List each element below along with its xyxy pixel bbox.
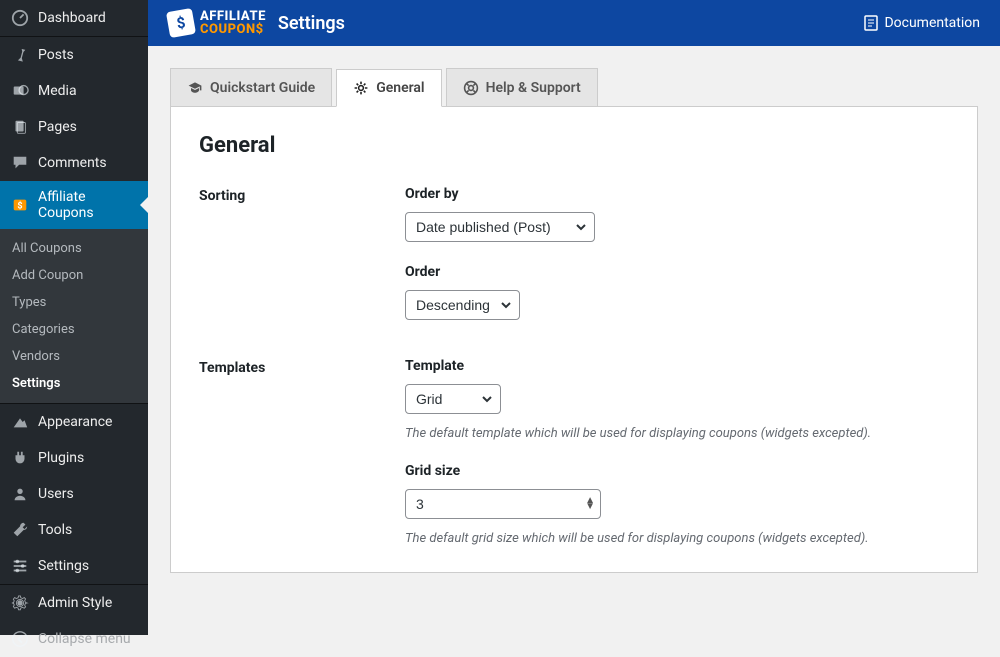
sidebar-item-comments[interactable]: Comments bbox=[0, 145, 148, 181]
sidebar-item-tools[interactable]: Tools bbox=[0, 512, 148, 548]
sidebar-sub-vendors[interactable]: Vendors bbox=[0, 343, 148, 370]
coupon-icon: $ bbox=[10, 195, 30, 215]
sidebar-item-media[interactable]: Media bbox=[0, 73, 148, 109]
sidebar-item-label: Pages bbox=[38, 119, 138, 135]
sidebar-item-label: Dashboard bbox=[38, 10, 138, 26]
sidebar-sub-types[interactable]: Types bbox=[0, 289, 148, 316]
sidebar-item-label: Comments bbox=[38, 155, 138, 171]
sidebar-sub-all-coupons[interactable]: All Coupons bbox=[0, 235, 148, 262]
brand-text: AFFILIATE COUPON$ bbox=[200, 10, 266, 36]
comments-icon bbox=[10, 153, 30, 173]
template-select[interactable]: Grid bbox=[405, 384, 501, 414]
sidebar-item-users[interactable]: Users bbox=[0, 476, 148, 512]
page-title: Settings bbox=[278, 13, 345, 34]
graduation-cap-icon bbox=[187, 80, 203, 96]
tabs-bar: Quickstart Guide General Help & Support bbox=[170, 68, 978, 107]
sidebar-item-plugins[interactable]: Plugins bbox=[0, 440, 148, 476]
order-by-select[interactable]: Date published (Post) bbox=[405, 212, 595, 242]
main-panel: Quickstart Guide General Help & Support … bbox=[148, 46, 1000, 635]
users-icon bbox=[10, 484, 30, 504]
sidebar-item-label: Collapse menu bbox=[38, 631, 138, 647]
sidebar-item-collapse[interactable]: Collapse menu bbox=[0, 621, 148, 657]
tab-label: Quickstart Guide bbox=[210, 80, 315, 96]
sidebar-item-dashboard[interactable]: Dashboard bbox=[0, 0, 148, 36]
brand-logo: $ AFFILIATE COUPON$ bbox=[168, 10, 266, 36]
gear-icon bbox=[353, 80, 369, 96]
tab-general[interactable]: General bbox=[336, 69, 441, 107]
documentation-label: Documentation bbox=[884, 15, 980, 31]
sidebar-submenu: All Coupons Add Coupon Types Categories … bbox=[0, 229, 148, 403]
svg-text:$: $ bbox=[17, 201, 22, 212]
plugins-icon bbox=[10, 448, 30, 468]
sidebar-item-label: Affiliate Coupons bbox=[38, 189, 138, 221]
tab-help-support[interactable]: Help & Support bbox=[446, 68, 598, 106]
sidebar-item-label: Admin Style bbox=[38, 595, 138, 611]
stepper-icon[interactable]: ▲▼ bbox=[585, 498, 595, 510]
sidebar-item-affiliate-coupons[interactable]: $ Affiliate Coupons bbox=[0, 181, 148, 229]
tab-label: Help & Support bbox=[486, 80, 581, 96]
order-select[interactable]: Descending bbox=[405, 290, 520, 320]
field-label-template: Template bbox=[405, 358, 949, 374]
sidebar-item-label: Posts bbox=[38, 47, 138, 63]
sidebar-item-label: Users bbox=[38, 486, 138, 502]
sidebar-item-label: Tools bbox=[38, 522, 138, 538]
settings-panel: General Sorting Order by Date published … bbox=[170, 107, 978, 573]
section-templates: Templates Template Grid The default temp… bbox=[199, 358, 949, 546]
document-icon bbox=[864, 15, 878, 31]
appearance-icon bbox=[10, 412, 30, 432]
collapse-icon bbox=[10, 629, 30, 649]
sidebar-item-label: Settings bbox=[38, 558, 138, 574]
section-label: Templates bbox=[199, 358, 405, 376]
order-select-input[interactable]: Descending bbox=[405, 290, 520, 320]
panel-heading: General bbox=[199, 133, 949, 158]
section-label: Sorting bbox=[199, 186, 405, 204]
field-label-order: Order bbox=[405, 264, 949, 280]
field-label-grid-size: Grid size bbox=[405, 463, 949, 479]
field-help-grid-size: The default grid size which will be used… bbox=[405, 531, 949, 546]
settings-icon bbox=[10, 556, 30, 576]
documentation-link[interactable]: Documentation bbox=[864, 15, 980, 31]
field-help-template: The default template which will be used … bbox=[405, 426, 949, 441]
sidebar-item-label: Plugins bbox=[38, 450, 138, 466]
brand-line2: COUPON$ bbox=[200, 23, 266, 36]
sidebar-item-admin-style[interactable]: Admin Style bbox=[0, 585, 148, 621]
sidebar-item-appearance[interactable]: Appearance bbox=[0, 404, 148, 440]
sidebar-item-label: Media bbox=[38, 83, 138, 99]
plugin-topbar: $ AFFILIATE COUPON$ Settings Documentati… bbox=[148, 0, 1000, 46]
tools-icon bbox=[10, 520, 30, 540]
gear-icon bbox=[10, 593, 30, 613]
sidebar-item-settings[interactable]: Settings bbox=[0, 548, 148, 584]
tab-quickstart[interactable]: Quickstart Guide bbox=[170, 68, 332, 106]
sidebar-sub-settings[interactable]: Settings bbox=[0, 370, 148, 397]
admin-sidebar: Dashboard Posts Media Pages Comments $ A… bbox=[0, 0, 148, 635]
media-icon bbox=[10, 81, 30, 101]
grid-size-input[interactable] bbox=[405, 489, 601, 519]
sidebar-item-pages[interactable]: Pages bbox=[0, 109, 148, 145]
section-sorting: Sorting Order by Date published (Post) O… bbox=[199, 186, 949, 320]
sidebar-sub-add-coupon[interactable]: Add Coupon bbox=[0, 262, 148, 289]
field-label-order-by: Order by bbox=[405, 186, 949, 202]
content-area: $ AFFILIATE COUPON$ Settings Documentati… bbox=[148, 0, 1000, 635]
pin-icon bbox=[10, 45, 30, 65]
grid-size-input-wrap[interactable]: ▲▼ bbox=[405, 489, 601, 519]
dashboard-icon bbox=[10, 8, 30, 28]
sidebar-item-posts[interactable]: Posts bbox=[0, 37, 148, 73]
pages-icon bbox=[10, 117, 30, 137]
tab-label: General bbox=[376, 80, 424, 96]
sidebar-item-label: Appearance bbox=[38, 414, 138, 430]
sidebar-sub-categories[interactable]: Categories bbox=[0, 316, 148, 343]
brand-icon: $ bbox=[166, 8, 196, 38]
order-by-select-input[interactable]: Date published (Post) bbox=[405, 212, 595, 242]
template-select-input[interactable]: Grid bbox=[405, 384, 501, 414]
lifebuoy-icon bbox=[463, 80, 479, 96]
